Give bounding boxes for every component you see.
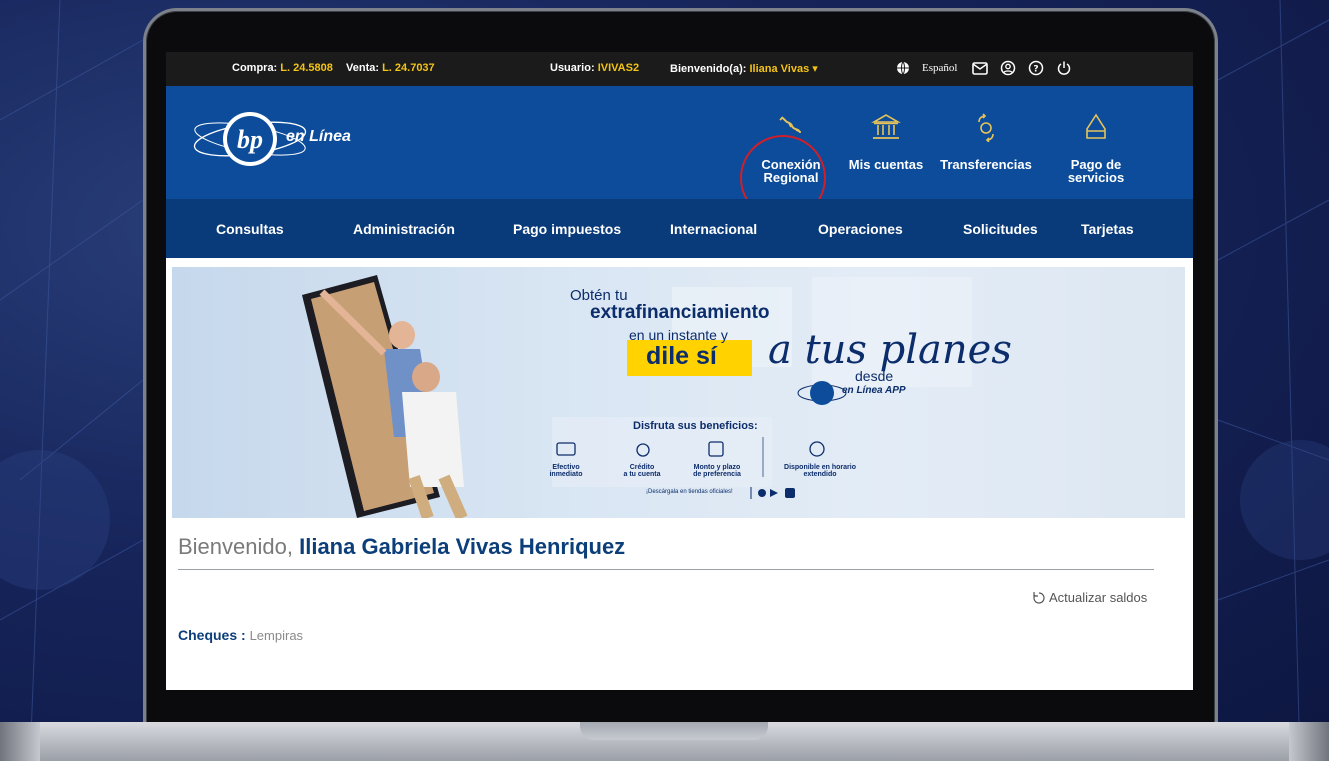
compra-label: Compra: [232, 62, 278, 74]
user-profile-icon[interactable] [999, 59, 1017, 77]
logo-text: en Línea [286, 128, 351, 145]
power-logout-icon[interactable] [1055, 59, 1073, 77]
laptop-base-edge-right [1289, 722, 1329, 761]
venta-value: L. 24.7037 [382, 62, 435, 74]
globe-icon[interactable] [894, 59, 912, 77]
venta-label: Venta: [346, 62, 380, 74]
quick-pago-servicios[interactable]: Pago de servicios [1046, 108, 1146, 184]
nav-item-consultas[interactable]: Consultas [216, 221, 284, 237]
banner-line2: extrafinanciamiento [590, 302, 770, 323]
bank-building-icon [836, 108, 936, 146]
top-info-bar: Compra: L. 24.5808 Venta: L. 24.7037 Usu… [166, 52, 1193, 86]
quick-mis-cuentas[interactable]: Mis cuentas [836, 108, 936, 171]
main-nav: Consultas Administración Pago impuestos … [166, 199, 1193, 258]
banner-script: a tus planes [768, 327, 1012, 373]
svg-text:?: ? [1034, 65, 1039, 75]
user-id: Usuario: IVIVAS2 [550, 62, 639, 74]
laptop-notch [580, 722, 768, 740]
quick-transferencias[interactable]: Transferencias [931, 108, 1041, 171]
divider [178, 569, 1154, 570]
quick-label-line2: servicios [1067, 170, 1125, 185]
cheques-label: Cheques : [178, 627, 246, 643]
nav-item-solicitudes[interactable]: Solicitudes [963, 221, 1038, 237]
benefit-horario: Disponible en horario extendido [784, 464, 856, 478]
usuario-label: Usuario: [550, 62, 595, 74]
welcome-prefix: Bienvenido, [178, 534, 293, 559]
usuario-value: IVIVAS2 [597, 62, 640, 74]
user-menu[interactable]: Bienvenido(a): Iliana Vivas ▾ [670, 62, 818, 75]
bienvenido-label: Bienvenido(a): [670, 63, 747, 75]
banner-app-name: en Línea APP [842, 385, 906, 396]
mail-icon[interactable] [971, 59, 989, 77]
refresh-label: Actualizar saldos [1049, 590, 1148, 605]
topbar-icons: Español ? [894, 59, 1073, 77]
banner-benefits-title: Disfruta sus beneficios: [633, 420, 758, 432]
benefit-efectivo: Efectivo inmediato [549, 464, 583, 478]
header: bp en Línea Conexión Regional Mis cuentas… [166, 86, 1193, 221]
nav-item-tarjetas[interactable]: Tarjetas [1081, 221, 1134, 237]
nav-item-operaciones[interactable]: Operaciones [818, 221, 903, 237]
logo-mark: bp [237, 125, 263, 154]
cheques-currency: Lempiras [249, 628, 304, 643]
help-icon[interactable]: ? [1027, 59, 1045, 77]
laptop-base-edge-left [0, 722, 40, 761]
compra-value: L. 24.5808 [280, 62, 333, 74]
welcome-heading: Bienvenido, Iliana Gabriela Vivas Henriq… [178, 534, 625, 560]
banner-line3: en un instante y [629, 327, 728, 343]
benefit-monto: Monto y plazo de preferencia [693, 464, 741, 478]
bienvenido-value: Iliana Vivas [749, 63, 810, 75]
quick-label-line1: Transferencias [940, 157, 1032, 172]
cheques-section-title: Cheques : Lempiras [178, 627, 303, 643]
chevron-down-icon: ▾ [812, 63, 818, 75]
nav-item-administracion[interactable]: Administración [353, 221, 455, 237]
transfer-arrows-icon [931, 108, 1041, 146]
banner-download: ¡Descárgala en tiendas oficiales! [646, 489, 733, 495]
nav-item-internacional[interactable]: Internacional [670, 221, 757, 237]
bp-logo[interactable]: bp en Línea [190, 104, 370, 174]
banner-line4: dile sí [646, 342, 717, 370]
screen: Compra: L. 24.5808 Venta: L. 24.7037 Usu… [166, 52, 1193, 690]
exchange-rate-sell: Venta: L. 24.7037 [346, 62, 435, 74]
refresh-balances-button[interactable]: Actualizar saldos [1032, 590, 1147, 605]
refresh-icon [1033, 591, 1045, 604]
exchange-rate-buy: Compra: L. 24.5808 [232, 62, 333, 74]
banner-desde: desde [855, 368, 894, 384]
welcome-name: Iliana Gabriela Vivas Henriquez [299, 534, 626, 559]
benefit-credito: Crédito a tu cuenta [623, 464, 661, 478]
utility-bill-icon [1046, 108, 1146, 146]
nav-item-pago-impuestos[interactable]: Pago impuestos [513, 221, 621, 237]
language-selector[interactable]: Español [922, 62, 957, 74]
quick-label-line1: Mis cuentas [848, 157, 924, 172]
promo-banner[interactable]: Obtén tu extrafinanciamiento en un insta… [172, 267, 1185, 518]
